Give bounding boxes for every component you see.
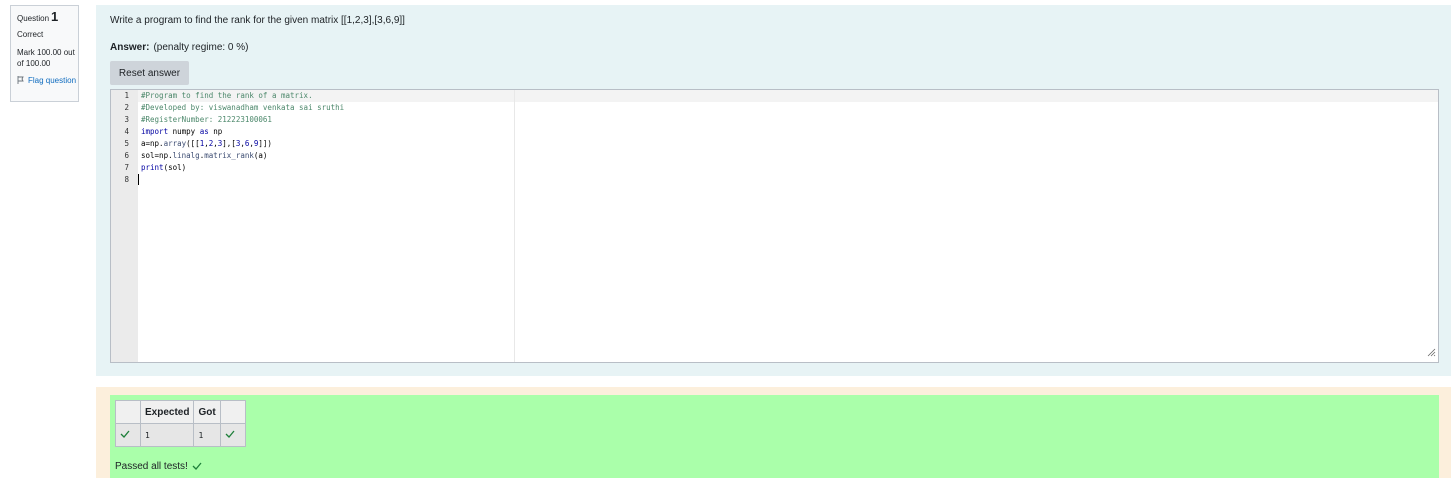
expected-cell: 1 bbox=[139, 423, 195, 447]
code-editor[interactable]: 1 2 3 4 5 6 7 8 #Program to find the rank of a … bbox=[110, 89, 1439, 363]
question-state: Correct bbox=[17, 30, 44, 39]
test-results-table: Expected Got 1 1 bbox=[115, 400, 246, 447]
question-number: Question 1 bbox=[17, 9, 59, 24]
answer-label: Answer: (penalty regime: 0 %) bbox=[110, 42, 249, 53]
question-info: Question 1 Correct Mark 100.00 out of 100… bbox=[10, 5, 79, 102]
line-number-gutter: 1 2 3 4 5 6 7 8 bbox=[111, 90, 138, 362]
line-number: 6 bbox=[124, 151, 129, 160]
active-line-highlight bbox=[138, 90, 1438, 102]
flag-question-link[interactable]: Flag question bbox=[17, 75, 78, 87]
table-header-row: Expected Got bbox=[115, 400, 246, 424]
line-number: 1 bbox=[124, 91, 129, 100]
question-grade: Mark 100.00 out of 100.00 bbox=[17, 48, 75, 68]
header-expected: Expected bbox=[139, 400, 195, 424]
line-number: 8 bbox=[124, 175, 129, 184]
print-margin bbox=[514, 90, 515, 362]
text-cursor bbox=[138, 174, 139, 185]
code-line[interactable]: #Developed by: viswanadham venkata sai s… bbox=[141, 103, 344, 112]
got-cell: 1 bbox=[193, 423, 221, 447]
header-got: Got bbox=[193, 400, 221, 424]
line-number: 5 bbox=[124, 139, 129, 148]
code-line[interactable]: sol=np.linalg.matrix_rank(a) bbox=[141, 151, 267, 160]
line-number: 7 bbox=[124, 163, 129, 172]
table-row: 1 1 bbox=[115, 423, 246, 447]
line-number: 3 bbox=[124, 115, 129, 124]
passed-all-tests-message: Passed all tests! bbox=[115, 461, 202, 472]
code-line[interactable]: #RegisterNumber: 212223100061 bbox=[141, 115, 272, 124]
question-text: Write a program to find the rank for the… bbox=[110, 15, 405, 26]
check-icon bbox=[225, 430, 235, 438]
resize-handle-icon[interactable] bbox=[1427, 348, 1436, 360]
code-line[interactable]: import numpy as np bbox=[141, 127, 222, 136]
check-icon bbox=[120, 430, 130, 438]
header-result bbox=[219, 400, 246, 424]
row-result-cell bbox=[219, 423, 246, 447]
reset-answer-button[interactable]: Reset answer bbox=[110, 61, 189, 85]
test-result-panel: Expected Got 1 1 Passed all tests! bbox=[110, 395, 1439, 478]
header-status bbox=[115, 400, 141, 424]
code-line[interactable]: print(sol) bbox=[141, 163, 186, 172]
check-icon bbox=[192, 462, 202, 470]
question-formulation: Write a program to find the rank for the… bbox=[96, 5, 1451, 376]
line-number: 2 bbox=[124, 103, 129, 112]
code-line[interactable]: a=np.array([[1,2,3],[3,6,9]]) bbox=[141, 139, 272, 148]
code-line[interactable]: #Program to find the rank of a matrix. bbox=[141, 91, 313, 100]
line-number: 4 bbox=[124, 127, 129, 136]
flag-icon[interactable] bbox=[17, 76, 25, 87]
question-outcome: Expected Got 1 1 Passed all tests! bbox=[96, 387, 1451, 478]
row-status-cell bbox=[115, 423, 141, 447]
flag-label[interactable]: Flag question bbox=[28, 76, 76, 85]
